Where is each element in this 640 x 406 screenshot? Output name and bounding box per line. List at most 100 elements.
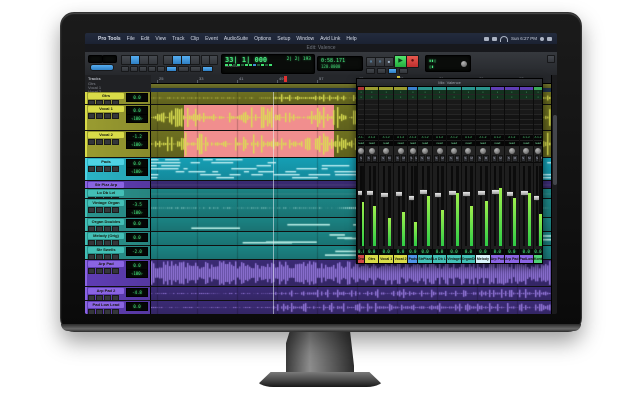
secondary-counter-panel[interactable]: 0:58.171 120.0000 [317, 56, 363, 71]
record-enable-icon[interactable] [88, 254, 95, 259]
automation-mode[interactable]: read [491, 141, 504, 147]
mute-icon[interactable] [104, 295, 111, 300]
track-volume-readout[interactable]: 0.0 [126, 302, 148, 311]
solo-icon[interactable] [96, 268, 103, 274]
track-header[interactable]: Gtrs0.0 [85, 92, 151, 104]
menu-item-window[interactable]: Window [293, 36, 317, 42]
track-name[interactable]: Lo Db Lvl [88, 190, 124, 196]
mixer-strip-arp-pad-2[interactable]: ▪▪A 1-2readSM0.0Arp Pad 2 [505, 87, 518, 263]
record-enable-icon[interactable] [88, 139, 95, 145]
mixer-strip-vintageorg[interactable]: ▪▪A 1-2readSM0.0VintageOrg [447, 87, 460, 263]
strip-name-label[interactable]: Vocal 2 [394, 255, 407, 263]
zoom-preset-display[interactable]: ▮▮ [88, 55, 103, 63]
pan-knob[interactable] [398, 148, 404, 154]
track-header[interactable]: Arp Pad0.0‹100› [85, 260, 151, 286]
solo-button[interactable]: S [492, 155, 497, 162]
automation-mode[interactable]: read [379, 141, 392, 147]
pan-knob[interactable] [535, 148, 541, 154]
menu-item-track[interactable]: Track [169, 36, 187, 42]
menu-item-file[interactable]: File [124, 36, 138, 42]
solo-button[interactable]: S [395, 155, 400, 162]
track-name[interactable]: Arp Pad [88, 261, 124, 267]
menu-item-audiosuite[interactable]: AudioSuite [221, 36, 251, 42]
record-enable-icon[interactable] [88, 268, 95, 274]
grabber-tool-button[interactable] [190, 55, 200, 65]
automation-mode[interactable]: read [418, 141, 431, 147]
record-enable-icon[interactable] [88, 309, 95, 314]
record-enable-icon[interactable] [88, 100, 95, 104]
record-enable-icon[interactable] [88, 207, 95, 213]
edit-mode-grid-button[interactable] [148, 55, 158, 65]
pan-knob[interactable] [509, 148, 515, 154]
record-enable-icon[interactable] [88, 226, 95, 231]
mute-icon[interactable] [104, 240, 111, 245]
stop-button[interactable]: ■ [384, 57, 394, 67]
strip-name-label[interactable]: OrganDbls [462, 255, 475, 263]
mixer-strip-kontakt[interactable]: ▪▪A 1-2readSM0.0Kontakt [534, 87, 542, 263]
link-timeline-button[interactable] [178, 66, 189, 72]
solo-icon[interactable] [96, 226, 103, 231]
track-header[interactable]: Str Pizz Arp [85, 181, 151, 188]
pre-roll-button[interactable] [366, 68, 375, 74]
solo-icon[interactable] [96, 207, 103, 213]
search-icon[interactable] [540, 37, 544, 41]
track-pan-readout[interactable]: ‹100› [126, 114, 148, 123]
track-clip-lane[interactable] [151, 287, 551, 300]
mixer-strip-arp-pad[interactable]: ▪▪A 1-2readSM0.0Arp Pad [491, 87, 504, 263]
input-monitor-icon[interactable] [112, 197, 119, 198]
solo-icon[interactable] [96, 166, 103, 172]
track-header[interactable]: Melody (Orig)0.0 [85, 232, 151, 245]
zoom-2-button[interactable] [130, 66, 138, 72]
solo-icon[interactable] [96, 113, 103, 119]
mixer-strip-strpizzarp[interactable]: ▪▪A 1-2readSM0.0StrPizzArp [418, 87, 431, 263]
input-monitor-icon[interactable] [112, 226, 119, 231]
mute-button[interactable]: M [387, 155, 392, 162]
mute-icon[interactable] [104, 226, 111, 231]
zoom-preset-display2[interactable]: ▮ [102, 55, 117, 63]
mute-button[interactable]: M [512, 155, 517, 162]
track-header[interactable]: Pad Low Lead0.0 [85, 301, 151, 314]
automation-mode[interactable]: read [358, 141, 364, 147]
mixer-strip-vocal-2[interactable]: ▪▪A 1-2readSM0.0Vocal 2 [394, 87, 407, 263]
mute-icon[interactable] [104, 139, 111, 145]
track-header[interactable]: Arp Pad 2-4.8 [85, 287, 151, 300]
automation-mode[interactable]: read [394, 141, 407, 147]
solo-icon[interactable] [96, 254, 103, 259]
track-pan-readout[interactable]: ‹100› [126, 208, 148, 217]
menu-item-setup[interactable]: Setup [274, 36, 293, 42]
mute-button[interactable]: M [455, 155, 460, 162]
menu-item-clip[interactable]: Clip [187, 36, 202, 42]
mute-button[interactable]: M [483, 155, 488, 162]
toolbar-menu-icon[interactable] [547, 55, 555, 63]
track-pan-readout[interactable]: ‹100› [126, 167, 148, 176]
strip-name-label[interactable]: Melody [476, 255, 489, 263]
track-volume-readout[interactable]: 0.0 [126, 93, 148, 102]
solo-icon[interactable] [96, 295, 103, 300]
control-center-icon[interactable] [547, 37, 552, 41]
mute-button[interactable]: M [540, 155, 542, 162]
pan-knob[interactable] [523, 148, 529, 154]
zoom-4-button[interactable] [148, 66, 156, 72]
track-header[interactable]: Organ Doubles0.0 [85, 218, 151, 231]
input-monitor-icon[interactable] [112, 268, 119, 274]
input-monitor-icon[interactable] [112, 254, 119, 259]
strip-name-label[interactable]: Gtrs [365, 255, 378, 263]
track-pan-readout[interactable]: ‹100› [126, 140, 148, 149]
mute-icon[interactable] [104, 100, 111, 104]
track-volume-readout[interactable]: 0.0 [126, 219, 148, 228]
zoom-3-button[interactable] [139, 66, 147, 72]
track-volume-readout[interactable]: -4.8 [126, 288, 148, 297]
solo-icon[interactable] [96, 309, 103, 314]
menu-item-edit[interactable]: Edit [138, 36, 153, 42]
strip-name-label[interactable]: Drums [358, 255, 364, 263]
automation-mode[interactable]: read [476, 141, 489, 147]
strip-name-label[interactable]: Lo Db Lvl [433, 255, 446, 263]
ruler-playhead-marker[interactable] [284, 76, 287, 82]
track-name[interactable]: Pads [88, 159, 124, 165]
strip-name-label[interactable]: Kontakt [534, 255, 542, 263]
mute-icon[interactable] [104, 207, 111, 213]
automation-mode[interactable]: read [447, 141, 460, 147]
mixer-strip-vocal-1[interactable]: ▪▪A 1-2readSM0.0Vocal 1 [379, 87, 392, 263]
menu-item-avid-link[interactable]: Avid Link [317, 36, 343, 42]
pan-knob[interactable] [465, 148, 471, 154]
